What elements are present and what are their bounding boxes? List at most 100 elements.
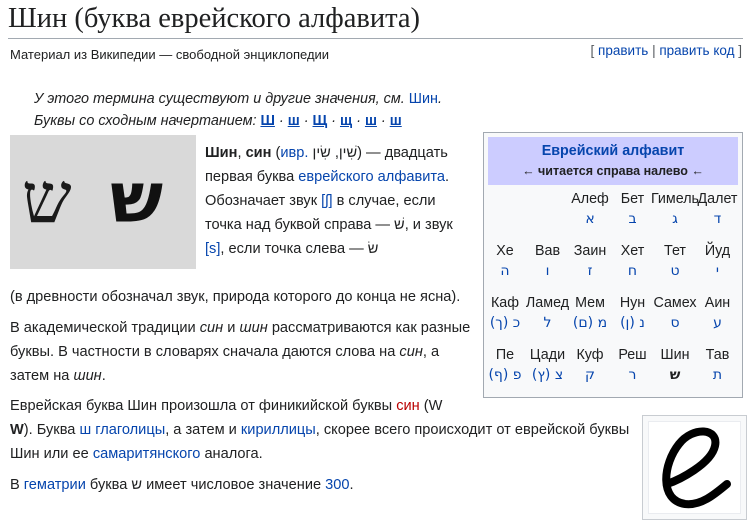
letter-cell[interactable]: Йуд י (693, 243, 743, 279)
letter-name: Каф (490, 295, 520, 311)
similar-link[interactable]: Щ (313, 113, 328, 129)
letter-char: (ף) פ (488, 367, 522, 383)
letter-cell[interactable]: Хе ה (480, 243, 530, 279)
letter-cell[interactable]: Далет ד (693, 191, 743, 227)
letter-char: ו (545, 263, 550, 279)
letter-char: ת (712, 367, 723, 383)
site-subtitle: Материал из Википедии — свободной энцикл… (10, 47, 330, 62)
text: , и звук (404, 217, 453, 233)
letter-char: י (715, 263, 720, 279)
text: , если точка слева — (220, 241, 364, 257)
cyrillic-link[interactable]: кириллицы (241, 422, 316, 438)
letter-cell[interactable]: Мем (ם) מ (565, 295, 615, 331)
letter-cell[interactable]: Заин ז (565, 243, 615, 279)
letter-cell[interactable]: Шин ש (650, 347, 700, 383)
letter-name: Заин (573, 243, 607, 259)
letter-cell[interactable]: Реш ר (608, 347, 658, 383)
letter-cell[interactable]: Алеф א (565, 191, 615, 227)
similar-label: Буквы со сходным начертанием: (34, 113, 257, 129)
letter-name: Йуд (704, 243, 731, 259)
letter-char: ש (669, 367, 681, 383)
edit-code-link[interactable]: править код (659, 43, 734, 58)
intro-paragraph: Шин, син (ивр. שִׁין, שִׂין) — двадцать … (205, 145, 453, 257)
letter-name: Аин (704, 295, 731, 311)
term-sin: син (399, 344, 423, 360)
letter-cell[interactable]: Хет ח (608, 243, 658, 279)
letter-cell[interactable]: Бет ב (608, 191, 658, 227)
letter-cell[interactable]: Гимель ג (650, 191, 700, 227)
letter-glyph-sans: ש (110, 157, 164, 239)
letter-char: ב (628, 211, 637, 227)
letter-char: ק (585, 367, 595, 383)
sin-phoenician-link[interactable]: син (396, 398, 420, 414)
disambiguation-link[interactable]: Шин (409, 91, 438, 107)
paragraph-gematria: В гематрии буква ש имеет числовое значен… (10, 473, 480, 497)
alphabet-infobox: Еврейский алфавит ← читается справа нале… (483, 132, 743, 398)
letter-cell[interactable]: Тет ט (650, 243, 700, 279)
letter-char: ר (628, 367, 637, 383)
letter-name: Хет (620, 243, 645, 259)
lang-link[interactable]: ивр. (280, 145, 308, 161)
letter-char: ע (713, 315, 722, 331)
term-shin: Шин (205, 145, 238, 161)
number-link[interactable]: 300 (325, 477, 349, 493)
letter-cell[interactable]: Самех ס (650, 295, 700, 331)
intro-paragraph-cont: (в древности обозначал звук, природа кот… (10, 285, 480, 309)
gematria-link[interactable]: гематрии (24, 477, 86, 493)
letter-cell[interactable]: Каф (ך) כ (480, 295, 530, 331)
letter-char: ס (670, 315, 680, 331)
paragraph-academic: В академической традиции син и шин рассм… (10, 316, 480, 388)
hebrew-name: שִׁין, שִׂין (312, 145, 358, 161)
term-shin: шин (73, 368, 102, 384)
text: аналога. (204, 446, 263, 462)
letter-name: Тет (664, 243, 686, 259)
letter-glyph-serif: ש (22, 157, 72, 239)
letter-cell[interactable]: Пе (ף) פ (480, 347, 530, 383)
letter-char: א (585, 211, 595, 227)
similar-link[interactable]: ш (288, 113, 300, 129)
alphabet-link[interactable]: еврейского алфавита (298, 169, 445, 185)
letter-cell[interactable]: Куф ק (565, 347, 615, 383)
letter-cell[interactable]: Аин ע (693, 295, 743, 331)
edit-links: [ править | править код ] (590, 43, 742, 58)
text: ). Буква (23, 422, 76, 438)
glagolitic-link[interactable]: ш глаголицы (79, 422, 165, 438)
letter-name: Гимель (650, 191, 700, 207)
letter-name: Мем (575, 295, 605, 311)
phoenician-glyph: W (10, 422, 24, 438)
page-title: Шин (буква еврейского алфавита) (8, 2, 743, 39)
similar-link[interactable]: щ (340, 113, 352, 129)
paragraph-origin: Еврейская буква Шин произошла от финикий… (10, 394, 630, 466)
letter-cell[interactable]: Цади (ץ) צ (523, 347, 573, 383)
text: Еврейская буква Шин произошла от финикий… (10, 398, 393, 414)
letter-cell[interactable]: Нун (ן) נ (608, 295, 658, 331)
script-letter-image[interactable] (642, 415, 747, 520)
letter-char: (ך) כ (489, 315, 521, 331)
letter-cell[interactable]: Вав ו (523, 243, 573, 279)
letter-cell[interactable]: Тав ת (693, 347, 743, 383)
letter-name: Вав (534, 243, 561, 259)
text: буква ש имеет числовое значение (89, 477, 322, 493)
text: (W (423, 398, 443, 414)
infobox-title[interactable]: Еврейский алфавит (488, 137, 738, 159)
term-sin: син (199, 320, 224, 336)
letter-image[interactable]: ש ש (10, 135, 196, 269)
letter-char: ט (670, 263, 680, 279)
shin-dot-char: שׁ (394, 217, 405, 233)
letter-name: Шин (660, 347, 690, 363)
hatnote-text: У этого термина существуют и другие знач… (34, 91, 405, 107)
letter-name: Куф (576, 347, 604, 363)
similar-link[interactable]: ш (390, 113, 402, 129)
reading-direction: ← читается справа налево ← (522, 164, 704, 178)
ipa-link[interactable]: [ʃ] (321, 193, 332, 209)
letter-cell[interactable]: Ламед ל (523, 295, 573, 331)
ipa-link[interactable]: [s] (205, 241, 220, 257)
samaritan-link[interactable]: самаритянского (93, 446, 201, 462)
letter-char: (ץ) צ (531, 367, 564, 383)
similar-link[interactable]: Ш (260, 113, 274, 129)
similar-link[interactable]: ш (365, 113, 377, 129)
edit-link[interactable]: править (598, 43, 648, 58)
letter-char: (ם) מ (572, 315, 608, 331)
letter-name: Реш (618, 347, 647, 363)
infobox-header: Еврейский алфавит ← читается справа нале… (488, 137, 738, 185)
